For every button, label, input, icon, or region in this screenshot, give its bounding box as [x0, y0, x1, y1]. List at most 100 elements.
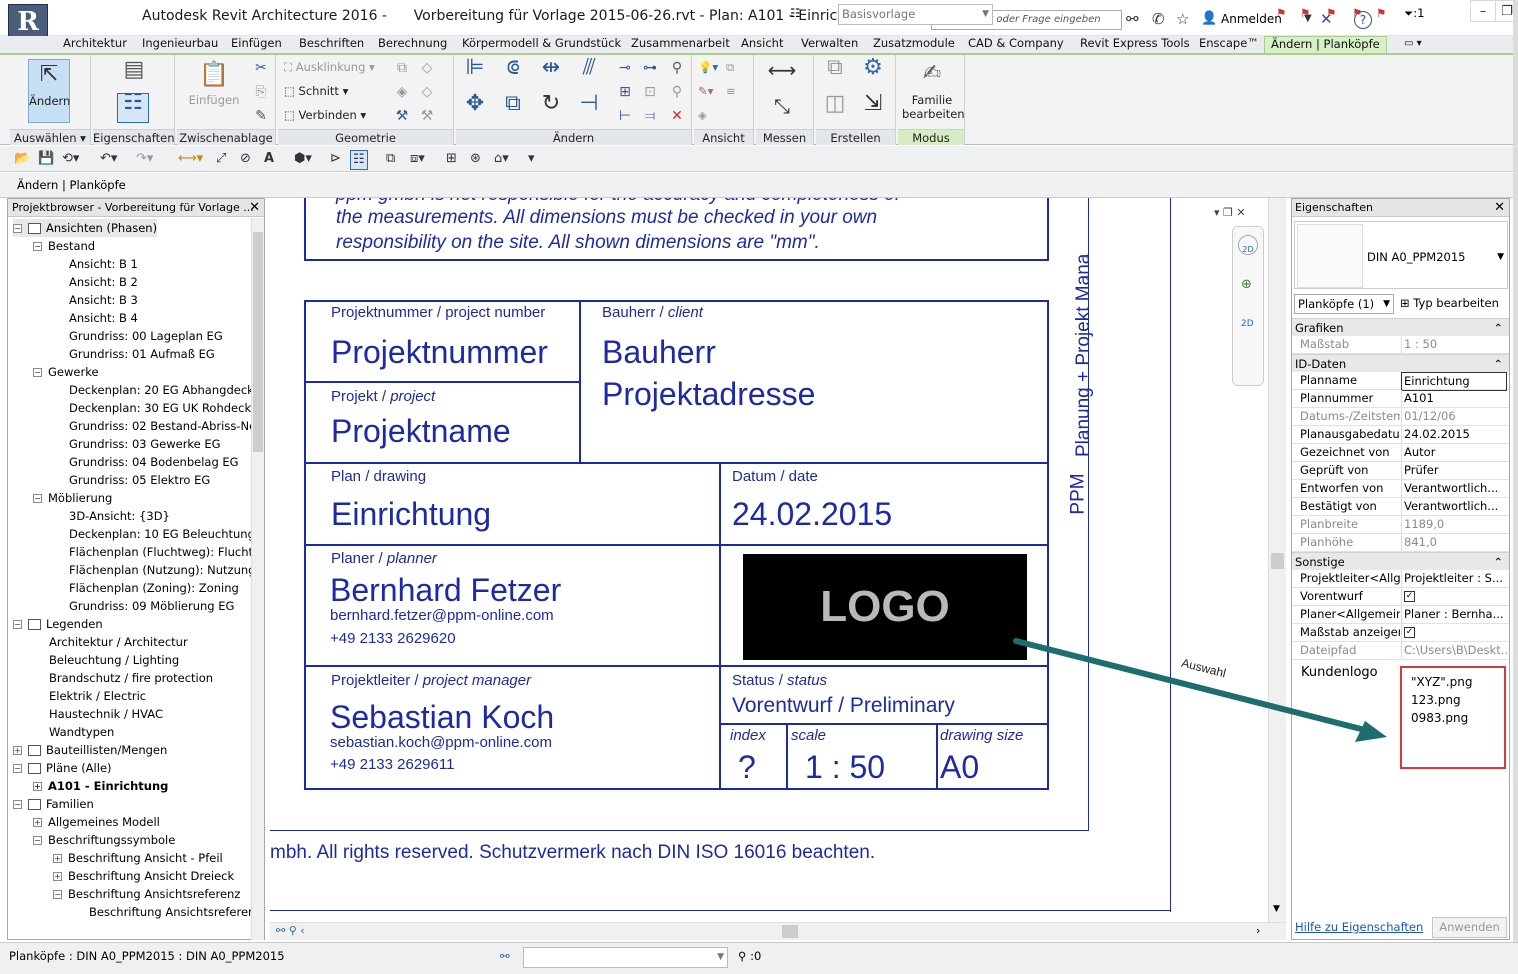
tree-item[interactable]: − Beschriftungssymbole: [33, 831, 175, 849]
tree-item[interactable]: Architektur / Architectur: [33, 633, 188, 651]
paint-view-icon[interactable]: ◈: [698, 107, 707, 123]
extend-icon[interactable]: ⊢: [616, 107, 634, 125]
property-value[interactable]: 1189,0: [1401, 516, 1507, 533]
group-grafiken[interactable]: Grafiken ⌃: [1292, 318, 1509, 336]
demolish-icon[interactable]: ⚒: [393, 107, 411, 125]
trim-multiple-icon[interactable]: ⫤: [641, 107, 659, 125]
filter-icon[interactable]: ⏷:1: [1404, 6, 1424, 21]
offset-icon[interactable]: ⟃: [498, 57, 528, 89]
tab-berechnung[interactable]: Berechnung: [378, 36, 447, 53]
select-links-icon[interactable]: ⚑: [1276, 6, 1286, 20]
tab-verwalten[interactable]: Verwalten: [801, 36, 858, 53]
steering-wheel-icon[interactable]: 2D: [1238, 235, 1258, 255]
canvas-vertical-scrollbar[interactable]: ▼: [1268, 198, 1286, 922]
wall-joins-icon[interactable]: ⧉: [393, 59, 411, 77]
tree-item[interactable]: − Legenden: [13, 615, 103, 633]
collapse-icon[interactable]: −: [13, 620, 22, 629]
redo-icon[interactable]: ↷▾: [136, 150, 153, 168]
scroll-right-icon[interactable]: ›: [1256, 924, 1260, 937]
tree-item[interactable]: Haustechnik / HVAC: [33, 705, 163, 723]
property-checkbox[interactable]: ✓: [1404, 627, 1415, 638]
tab-zusammenarbeit[interactable]: Zusammenarbeit: [631, 36, 730, 53]
satellite-icon[interactable]: ✆: [1152, 11, 1165, 27]
print-icon[interactable]: ⊞: [446, 150, 457, 168]
property-value[interactable]: 1 : 50: [1401, 336, 1507, 353]
tab-cad-company[interactable]: CAD & Company: [968, 36, 1064, 53]
measure-qat-icon[interactable]: ⟷▾: [178, 150, 203, 168]
tree-item[interactable]: + Beschriftung Ansicht - Pfeil: [53, 849, 223, 867]
copy-element-icon[interactable]: ⧉: [498, 93, 528, 125]
project-browser-scrollbar[interactable]: [251, 218, 264, 940]
ribbon-minimize-icon[interactable]: ▭ ▾: [1404, 36, 1422, 53]
drag-elements-icon[interactable]: ⚑: [1376, 6, 1386, 20]
tree-item[interactable]: − Bestand: [33, 237, 95, 255]
properties-icon[interactable]: ☷: [117, 92, 149, 123]
design-options-icon[interactable]: ☷: [790, 6, 800, 20]
measure-icon[interactable]: ⟷: [762, 60, 802, 80]
tab-beschriften[interactable]: Beschriften: [299, 36, 364, 53]
logo-file-item[interactable]: 0983.png: [1411, 711, 1468, 725]
modify-button[interactable]: ⇱ Ändern: [28, 59, 70, 123]
property-row[interactable]: Bestätigt von Verantwortlich...: [1292, 498, 1509, 516]
customize-qat-icon[interactable]: ▾: [528, 150, 535, 168]
property-row[interactable]: Planname Einrichtung: [1292, 372, 1509, 391]
collapse-icon[interactable]: −: [53, 890, 62, 899]
tree-item[interactable]: Grundriss: 05 Elektro EG: [53, 471, 210, 489]
mirror-draw-icon[interactable]: ⫻: [574, 57, 604, 89]
apply-button[interactable]: Anwenden: [1432, 917, 1507, 938]
expand-icon[interactable]: +: [33, 818, 42, 827]
property-value[interactable]: Einrichtung: [1401, 372, 1507, 391]
expand-icon[interactable]: +: [53, 872, 62, 881]
tab-zusatzmodule[interactable]: Zusatzmodule: [873, 36, 955, 53]
delete-icon[interactable]: ✕: [668, 107, 686, 125]
tree-item[interactable]: − Möblierung: [33, 489, 112, 507]
property-row[interactable]: Planhöhe 841,0: [1292, 534, 1509, 552]
property-row[interactable]: Gezeichnet von Autor: [1292, 444, 1509, 462]
property-row[interactable]: Plannummer A101: [1292, 390, 1509, 408]
panel-label-auswaehlen[interactable]: Auswählen ▾: [10, 129, 90, 145]
linework-icon[interactable]: ✎▾: [698, 83, 713, 99]
property-row[interactable]: Maßstab anzeigen ✓: [1292, 624, 1509, 642]
property-value[interactable]: C:\Users\B\Deskt...: [1401, 642, 1507, 659]
drawing-canvas[interactable]: ppm gmbh is not responsible for the accu…: [270, 198, 1286, 940]
tree-item[interactable]: Elektrik / Electric: [33, 687, 146, 705]
tree-item[interactable]: − Gewerke: [33, 363, 99, 381]
property-value[interactable]: Verantwortlich...: [1401, 498, 1507, 515]
property-value[interactable]: 24.02.2015: [1401, 426, 1507, 443]
dimension-icon[interactable]: ⤡: [762, 96, 802, 116]
align-icon[interactable]: ⊫: [460, 57, 490, 89]
open-icon[interactable]: 📂: [14, 150, 30, 168]
worksets-icon[interactable]: ⚯: [500, 949, 510, 963]
settings-icon[interactable]: ⊛: [470, 150, 481, 168]
tree-item[interactable]: + Bauteillisten/Mengen: [13, 741, 167, 759]
property-row[interactable]: Planer<Allgemein>Planer : Bernha...: [1292, 606, 1509, 624]
edit-family-button[interactable]: ✍ Familie bearbeiten: [902, 59, 965, 121]
collapse-icon[interactable]: −: [33, 494, 42, 503]
cut-icon[interactable]: ✂: [252, 59, 270, 77]
tree-item[interactable]: Beleuchtung / Lighting: [33, 651, 179, 669]
expand-icon[interactable]: +: [53, 854, 62, 863]
zoom-2d-icon[interactable]: 2D: [1241, 319, 1254, 329]
undo-icon[interactable]: ↶▾: [100, 150, 117, 168]
property-row[interactable]: Geprüft von Prüfer: [1292, 462, 1509, 480]
tree-item[interactable]: Grundriss: 02 Bestand-Abriss-Neu: [53, 417, 252, 435]
property-row[interactable]: Projektleiter<Allgemein>Projektleiter : …: [1292, 570, 1509, 588]
property-row[interactable]: Maßstab 1 : 50: [1292, 336, 1509, 354]
tree-item[interactable]: Flächenplan (Zoning): Zoning: [53, 579, 239, 597]
select-underlay-icon[interactable]: ⚑: [1300, 6, 1310, 20]
scrollbar-thumb[interactable]: [253, 232, 263, 452]
tree-item[interactable]: 3D-Ansicht: {3D}: [53, 507, 170, 525]
property-checkbox[interactable]: ✓: [1404, 591, 1415, 602]
override-icon[interactable]: ⧉: [726, 59, 734, 75]
view-control-icon[interactable]: ⚯ ⚲ ‹: [276, 924, 305, 937]
tree-item[interactable]: Ansicht: B 4: [53, 309, 138, 327]
property-value[interactable]: 01/12/06: [1401, 408, 1507, 425]
star-icon[interactable]: ☆: [1176, 11, 1189, 27]
3d-view-icon[interactable]: ⬢▾: [294, 150, 312, 168]
tree-item[interactable]: Grundriss: 03 Gewerke EG: [53, 435, 221, 453]
rotate-icon[interactable]: ↻: [536, 93, 566, 125]
paint-icon[interactable]: ◈: [393, 83, 411, 101]
minimize-button[interactable]: –: [1470, 0, 1496, 22]
home-icon[interactable]: ⌂▾: [494, 150, 509, 168]
paste-button[interactable]: 📋 Einfügen: [185, 59, 243, 107]
